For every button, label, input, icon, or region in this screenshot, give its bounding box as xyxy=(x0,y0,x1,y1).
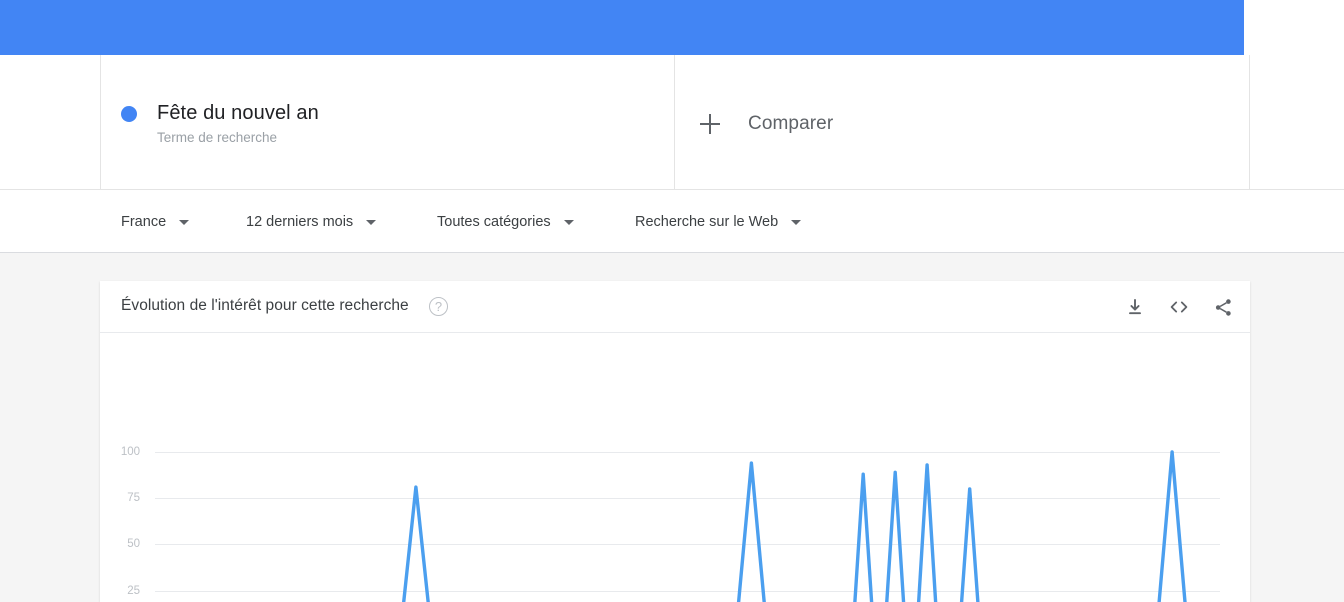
search-term-subtitle: Terme de recherche xyxy=(157,130,278,145)
filter-bar: France 12 derniers mois Toutes catégorie… xyxy=(0,189,1344,253)
chevron-down-icon xyxy=(791,219,802,225)
compare-card[interactable]: Comparer xyxy=(676,55,1250,189)
share-icon[interactable] xyxy=(1210,294,1236,320)
help-icon[interactable]: ? xyxy=(429,297,448,316)
filter-time-range-label: 12 derniers mois xyxy=(246,214,354,230)
filter-time-range[interactable]: 12 derniers mois xyxy=(246,190,377,254)
chart-plot-area: 100 75 50 25 9 févr. 2020 31 mai 2020 20… xyxy=(100,333,1250,602)
chart-actions xyxy=(1122,294,1236,320)
filter-category[interactable]: Toutes catégories xyxy=(437,190,574,254)
chevron-down-icon xyxy=(366,219,377,225)
filter-search-type[interactable]: Recherche sur le Web xyxy=(635,190,802,254)
filter-location[interactable]: France xyxy=(121,190,190,254)
filter-search-type-label: Recherche sur le Web xyxy=(635,214,779,230)
interest-over-time-card: Évolution de l'intérêt pour cette recher… xyxy=(100,281,1250,602)
embed-code-icon[interactable] xyxy=(1166,294,1192,320)
chart-title: Évolution de l'intérêt pour cette recher… xyxy=(121,297,409,314)
plus-icon xyxy=(700,114,720,134)
search-term-card[interactable]: Fête du nouvel an Terme de recherche xyxy=(100,55,675,189)
google-trends-page: Fête du nouvel an Terme de recherche Com… xyxy=(0,0,1344,602)
chevron-down-icon xyxy=(179,219,190,225)
series-color-dot xyxy=(121,106,137,122)
search-terms-row: Fête du nouvel an Terme de recherche Com… xyxy=(0,55,1344,189)
search-term-title: Fête du nouvel an xyxy=(157,102,319,124)
download-icon[interactable] xyxy=(1122,294,1148,320)
app-header-bar-filler xyxy=(1244,0,1344,55)
series-line-fete-du-nouvel-an[interactable] xyxy=(100,333,1250,602)
chevron-down-icon xyxy=(563,219,574,225)
search-term-content: Fête du nouvel an Terme de recherche xyxy=(121,100,319,148)
app-header-bar xyxy=(0,0,1244,55)
search-term-texts: Fête du nouvel an Terme de recherche xyxy=(157,100,319,148)
chart-card-header: Évolution de l'intérêt pour cette recher… xyxy=(100,281,1250,333)
compare-label: Comparer xyxy=(748,113,834,134)
filter-category-label: Toutes catégories xyxy=(437,214,551,230)
filter-location-label: France xyxy=(121,214,167,230)
compare-button[interactable]: Comparer xyxy=(700,113,833,135)
